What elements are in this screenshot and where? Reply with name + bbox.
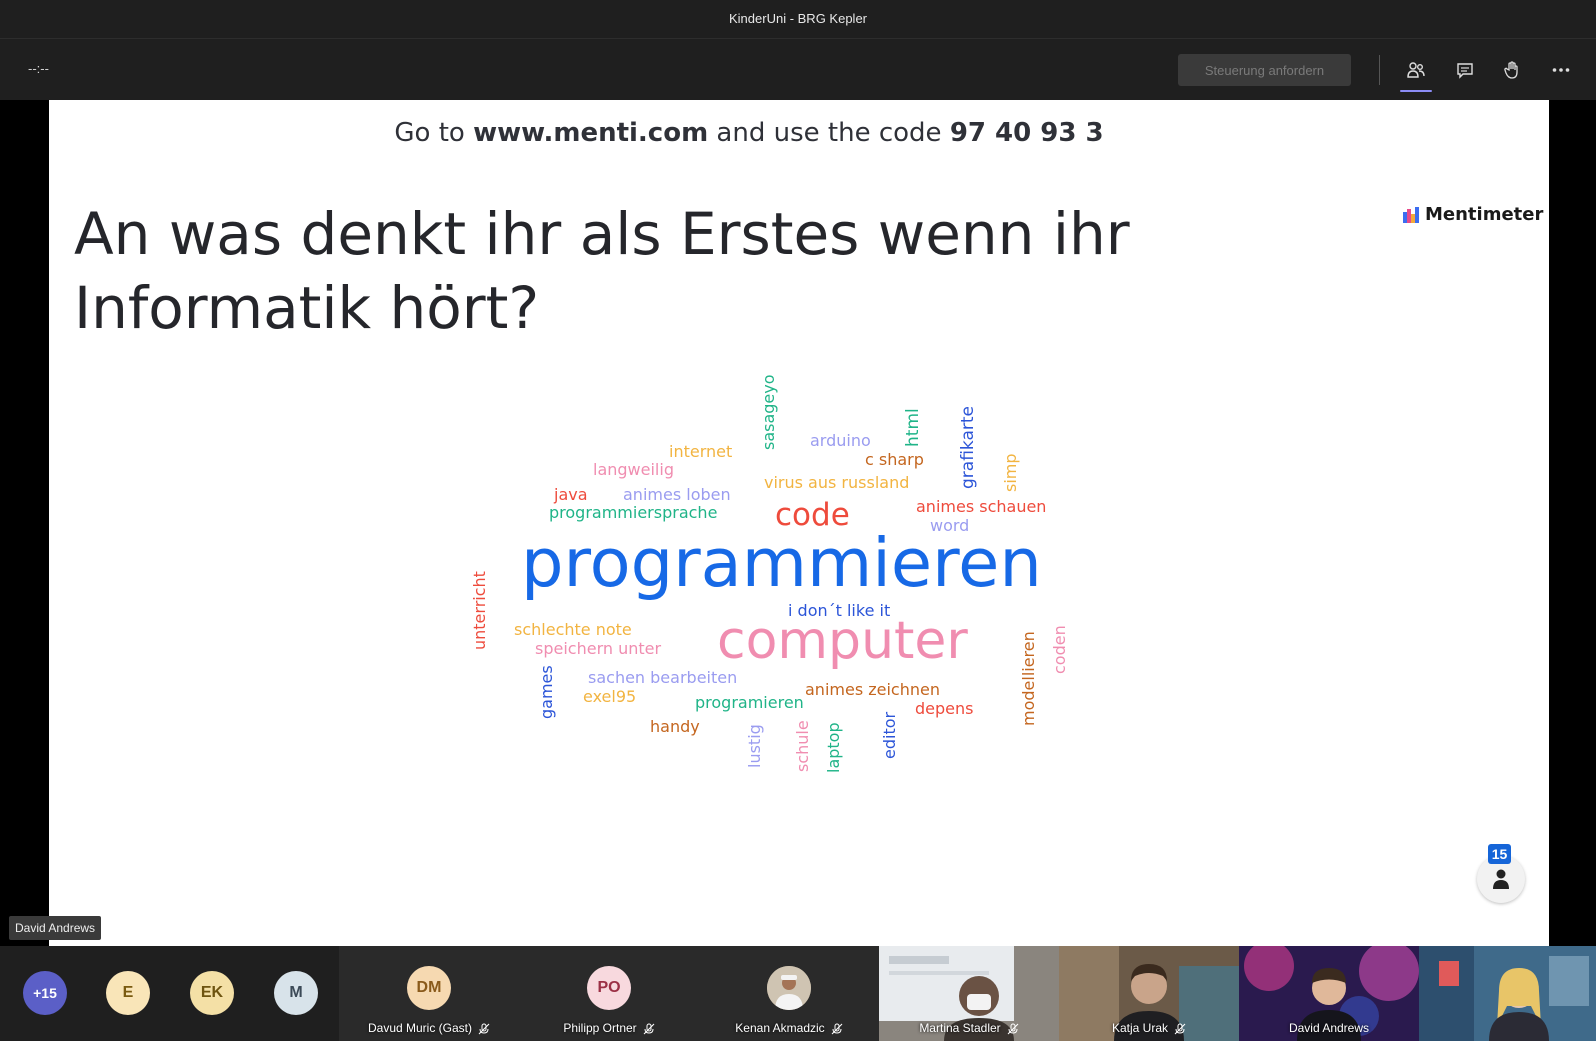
word-langweilig: langweilig xyxy=(593,460,674,479)
participant-name: Davud Muric (Gast) xyxy=(339,1021,519,1035)
avatar-m[interactable]: M xyxy=(274,971,318,1015)
word-c-sharp: c sharp xyxy=(865,450,924,469)
presenter-label: David Andrews xyxy=(9,916,102,940)
participant-name: Kenan Akmadzic xyxy=(699,1021,879,1035)
word-modellieren: modellieren xyxy=(1019,631,1038,726)
avatar-photo xyxy=(767,966,811,1010)
word-programieren: programieren xyxy=(695,693,804,712)
word-unterricht: unterricht xyxy=(470,571,489,650)
word-internet: internet xyxy=(669,442,733,461)
mic-off-icon xyxy=(831,1023,843,1035)
word-lustig: lustig xyxy=(745,724,764,768)
participant-name-text: Martina Stadler xyxy=(919,1021,1001,1035)
participant-name-text: David Andrews xyxy=(1288,1021,1370,1035)
word-animes-schauen: animes schauen xyxy=(916,497,1047,516)
meeting-timer: --:-- xyxy=(28,61,49,76)
word-html: html xyxy=(903,408,923,447)
participants-icon[interactable] xyxy=(1400,54,1432,92)
participant-tile-po[interactable]: PO Philipp Ortner xyxy=(519,946,699,1041)
participant-name-text: Kenan Akmadzic xyxy=(735,1021,825,1035)
word-word: word xyxy=(930,516,970,535)
word-schlechte-note: schlechte note xyxy=(514,620,632,639)
word-speichern-unter: speichern unter xyxy=(535,639,662,658)
participant-name-text: Katja Urak xyxy=(1111,1021,1169,1035)
participant-name: Katja Urak xyxy=(1059,1021,1239,1035)
word-exel95: exel95 xyxy=(583,687,637,706)
shared-slide: Go to www.menti.com and use the code 97 … xyxy=(49,100,1549,946)
mic-off-icon xyxy=(643,1023,655,1035)
participant-strip: +15 E EK M DM Davud Muric (Gast) PO Phil… xyxy=(0,946,1596,1041)
word-animes-zeichnen: animes zeichnen xyxy=(805,680,940,699)
participant-name-text: Philipp Ortner xyxy=(563,1021,637,1035)
word-sasageyo: sasageyo xyxy=(759,374,778,450)
word-code: code xyxy=(775,497,850,533)
meeting-toolbar: --:-- Steuerung anfordern xyxy=(0,38,1596,100)
word-virus-aus-russland: virus aus russland xyxy=(764,473,910,492)
word-cloud: programmieren computer code sasageyo ard… xyxy=(49,100,1549,946)
word-schule: schule xyxy=(793,720,812,772)
avatar-dm: DM xyxy=(407,966,451,1010)
video-feed xyxy=(1419,946,1596,1041)
word-programmiersprache: programmiersprache xyxy=(549,503,718,522)
mic-off-icon xyxy=(1174,1023,1186,1035)
overflow-participants-button[interactable]: +15 xyxy=(23,971,67,1015)
participant-tile-dm[interactable]: DM Davud Muric (Gast) xyxy=(339,946,519,1041)
raise-hand-icon[interactable] xyxy=(1496,54,1528,86)
window-title: KinderUni - BRG Kepler xyxy=(729,11,867,26)
word-sachen-bearbeiten: sachen bearbeiten xyxy=(588,668,738,687)
participant-name: David Andrews xyxy=(1239,1021,1419,1035)
word-programmieren: programmieren xyxy=(521,524,1042,602)
word-arduino: arduino xyxy=(810,431,871,450)
participant-name: Martina Stadler xyxy=(879,1021,1059,1035)
avatar-e[interactable]: E xyxy=(106,971,150,1015)
word-simp: simp xyxy=(1001,453,1020,492)
participant-video-extra[interactable] xyxy=(1419,946,1596,1041)
word-grafikarte: grafikarte xyxy=(958,406,978,489)
word-computer: computer xyxy=(717,611,968,671)
avatar-ek[interactable]: EK xyxy=(190,971,234,1015)
participant-name-text: Davud Muric (Gast) xyxy=(367,1021,473,1035)
participant-video-katja[interactable]: Katja Urak xyxy=(1059,946,1239,1041)
mic-off-icon xyxy=(478,1023,490,1035)
word-depens: depens xyxy=(915,699,974,718)
mic-off-icon xyxy=(1007,1023,1019,1035)
person-icon xyxy=(1493,869,1509,889)
word-laptop: laptop xyxy=(824,722,843,773)
chat-icon[interactable] xyxy=(1449,54,1481,86)
toolbar-divider xyxy=(1379,55,1380,85)
participant-count-badge: 15 xyxy=(1488,844,1511,864)
word-editor: editor xyxy=(880,711,899,759)
word-java: java xyxy=(554,485,588,504)
word-handy: handy xyxy=(650,717,700,736)
participant-video-martina[interactable]: Martina Stadler xyxy=(879,946,1059,1041)
word-games: games xyxy=(537,665,556,719)
participant-tile-ka[interactable]: Kenan Akmadzic xyxy=(699,946,879,1041)
participant-video-david[interactable]: David Andrews xyxy=(1239,946,1419,1041)
word-i-dont-like-it: i don´t like it xyxy=(788,601,891,620)
word-animes-loben: animes loben xyxy=(623,485,731,504)
word-coden: coden xyxy=(1050,625,1069,674)
participant-avatar-group: +15 E EK M xyxy=(0,946,339,1041)
request-control-button[interactable]: Steuerung anfordern xyxy=(1178,54,1351,86)
window-title-bar: KinderUni - BRG Kepler xyxy=(0,0,1596,38)
profile-photo-icon xyxy=(767,966,811,1010)
avatar-po: PO xyxy=(587,966,631,1010)
more-icon[interactable] xyxy=(1545,54,1577,86)
participant-name: Philipp Ortner xyxy=(519,1021,699,1035)
